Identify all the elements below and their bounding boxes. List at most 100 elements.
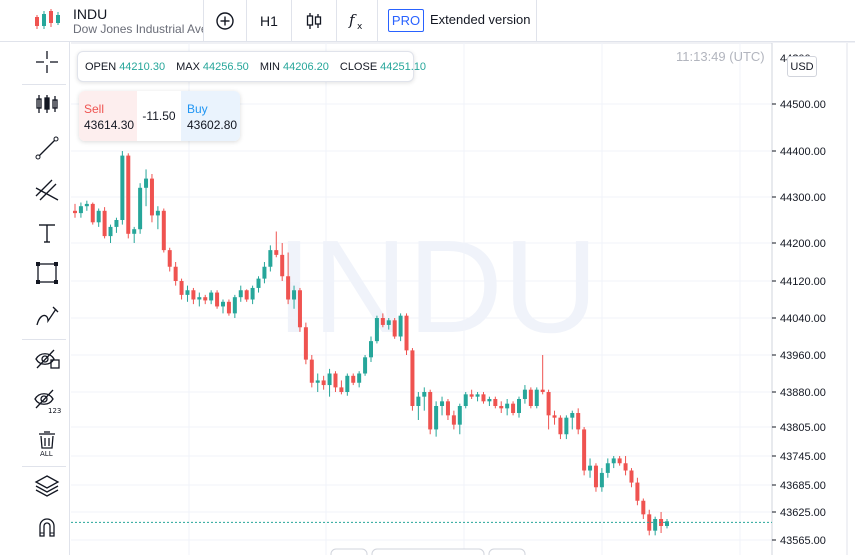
hide-indicators-tool[interactable]: 123 — [29, 383, 65, 419]
candle-body — [226, 301, 231, 314]
sell-price: 43614.30 — [84, 118, 135, 132]
candle-body — [534, 389, 539, 406]
candle-body — [599, 472, 604, 488]
price-tick-label: 43625.00 — [780, 507, 826, 519]
sell-button[interactable]: Sell 43614.30 — [79, 91, 137, 141]
candle-body — [209, 292, 214, 301]
candle-body — [576, 413, 581, 430]
candle-body — [517, 399, 521, 413]
candle-body — [144, 178, 149, 188]
rectangle-icon — [36, 262, 58, 284]
candle-body — [653, 519, 658, 531]
candle-body — [84, 203, 89, 207]
candle-body — [244, 290, 249, 300]
max-value: 44256.50 — [202, 60, 249, 73]
bottom-tab[interactable] — [371, 548, 485, 555]
candle-body — [321, 380, 326, 386]
candle-body — [292, 290, 297, 300]
candle-body — [138, 187, 143, 230]
candle-body — [564, 417, 569, 435]
candle-body — [469, 394, 474, 397]
timeframe-button[interactable]: H1 — [247, 0, 291, 41]
buy-button[interactable]: Buy 43602.80 — [181, 91, 240, 141]
candle-body — [345, 375, 350, 392]
text-icon — [39, 224, 55, 243]
candle-body — [540, 389, 545, 392]
candle-body — [262, 266, 267, 279]
candle-body — [428, 392, 433, 430]
candle-body — [641, 500, 646, 515]
candle-body — [511, 403, 516, 413]
hide-drawings-icon — [35, 349, 60, 369]
candle-body — [404, 315, 409, 351]
text-tool[interactable] — [29, 215, 65, 251]
candle-body — [416, 396, 421, 406]
svg-text:123: 123 — [48, 407, 61, 415]
price-tick-label: 44200.00 — [780, 238, 826, 250]
indicators-tool[interactable] — [29, 86, 65, 122]
indicators-button[interactable]: fx — [337, 0, 377, 41]
candle-body — [191, 290, 196, 300]
candle-body — [635, 482, 640, 501]
symbol-description: Dow Jones Industrial Ave — [73, 22, 203, 36]
candle-body — [73, 210, 77, 214]
candles-indicator-icon — [36, 95, 58, 113]
price-tick-label: 43960.00 — [780, 350, 826, 362]
pro-badge[interactable]: PRO — [388, 9, 424, 32]
symbol-watermark: INDU — [276, 213, 599, 360]
trend-line-tool[interactable] — [29, 130, 65, 166]
add-symbol-button[interactable] — [204, 0, 246, 41]
price-axis[interactable] — [772, 43, 855, 555]
candle-body — [582, 429, 587, 471]
price-tick-label: 43685.00 — [780, 480, 826, 492]
candle-body — [339, 387, 344, 392]
candle-body — [422, 392, 427, 397]
brush-tool[interactable] — [29, 298, 65, 334]
remove-all-tool[interactable]: ALL — [29, 426, 65, 462]
candle-body — [185, 290, 190, 295]
server-clock: 11:13:49 (UTC) — [676, 49, 765, 64]
rectangle-tool[interactable] — [29, 255, 65, 291]
candle-body — [167, 250, 172, 267]
remove-all-icon: ALL — [39, 431, 55, 458]
buy-label: Buy — [187, 102, 208, 116]
layers-tool[interactable] — [29, 468, 65, 504]
sell-label: Sell — [84, 102, 105, 116]
candle-body — [126, 155, 131, 234]
spread-value: -11.50 — [142, 109, 176, 123]
bottom-tab[interactable] — [330, 548, 368, 555]
price-tick-label: 44300.00 — [780, 192, 826, 204]
currency-button[interactable]: USD — [787, 56, 817, 77]
function-fx-icon: fx — [348, 11, 363, 32]
candle-body — [380, 318, 385, 325]
candle-body — [623, 463, 628, 471]
candle-body — [155, 210, 160, 216]
extended-version-link[interactable]: Extended version — [430, 12, 530, 27]
fib-channel-tool[interactable] — [29, 173, 65, 209]
header-divider — [536, 0, 537, 41]
candle-body — [96, 210, 101, 223]
crosshair-icon — [36, 51, 58, 73]
crosshair-tool[interactable] — [29, 44, 65, 80]
candle-body — [256, 278, 261, 288]
candle-body — [363, 357, 368, 374]
chart-type-button[interactable] — [292, 0, 336, 41]
candle-body — [475, 394, 480, 397]
candle-body — [351, 375, 356, 383]
candle-body — [487, 399, 492, 402]
plus-circle-icon — [216, 11, 234, 30]
price-chart[interactable]: INDU 44500.00 44400.00 44300.00 44200.00 4412… — [0, 0, 855, 555]
magnet-tool[interactable] — [29, 509, 65, 545]
layers-icon — [34, 475, 60, 497]
candle-body — [570, 413, 575, 418]
candle-body — [493, 399, 498, 406]
min-label: MIN — [259, 60, 280, 73]
candle-body — [161, 210, 166, 251]
candle-body — [552, 415, 557, 418]
hide-drawings-tool[interactable] — [29, 341, 65, 377]
symbol-title[interactable]: INDU — [73, 6, 107, 22]
candle-body — [410, 350, 415, 406]
bottom-tab[interactable] — [488, 548, 526, 555]
price-tick-label: 43745.00 — [780, 451, 826, 463]
top-header: INDU Dow Jones Industrial Ave H1 fx PRO … — [0, 0, 855, 42]
